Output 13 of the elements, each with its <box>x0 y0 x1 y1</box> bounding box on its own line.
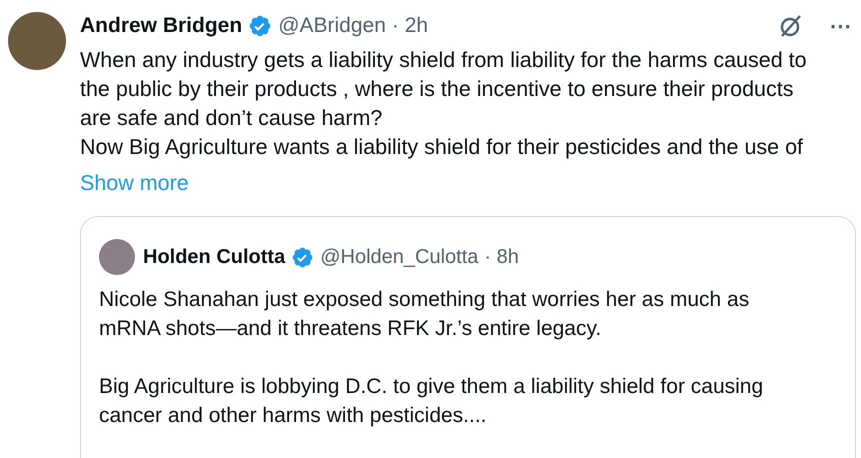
quoted-post-time: · 8h <box>484 245 519 270</box>
author-name[interactable]: Andrew Bridgen <box>80 10 242 42</box>
author-handle[interactable]: @ABridgen <box>278 10 386 42</box>
quoted-post-card[interactable] <box>80 216 856 458</box>
quoted-post-text: Big Agriculture is lobbying D.C. to give them a liability shield for causing cancer and other harms with pesticides.... <box>99 374 764 430</box>
post-time[interactable]: · 2h <box>392 10 428 42</box>
more-icon[interactable]: ··· <box>830 10 852 42</box>
post-text: Now Big Agriculture wants a liability shield for their pesticides and the use of <box>80 134 804 161</box>
post-text: When any industry gets a liability shield from liability for the harms caused to the public by their products , where is the incentive to ensure their products are safe and don’t cause harm? <box>80 47 808 132</box>
quoted-post-text: Nicole Shanahan just exposed something that worries her as much as mRNA shots—and it threatens RFK Jr.’s entire legacy. <box>99 287 750 342</box>
quoted-avatar[interactable] <box>99 239 135 276</box>
quoted-author-handle: @Holden_Culotta <box>320 245 478 270</box>
quoted-author-name: Holden Culotta <box>143 245 286 270</box>
